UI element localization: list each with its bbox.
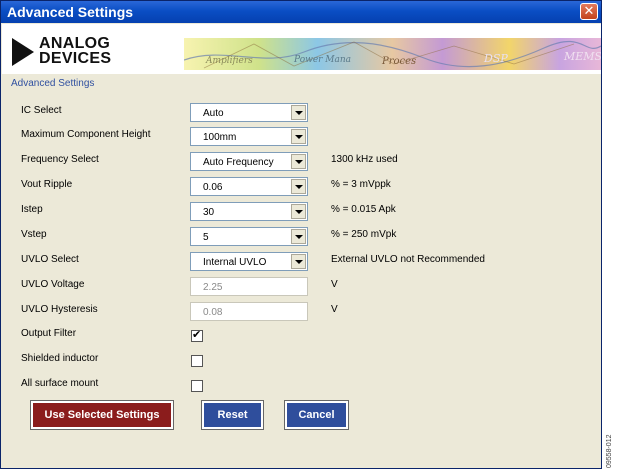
frequency-dropdown[interactable]: Auto Frequency xyxy=(190,152,308,171)
uvlo-select-value: Internal UVLO xyxy=(203,257,267,268)
section-subtitle: Advanced Settings xyxy=(11,78,95,89)
ic-select-dropdown[interactable]: Auto xyxy=(190,103,308,122)
uvlo-hysteresis-field: 0.08 xyxy=(190,302,308,321)
logo-triangle-icon xyxy=(12,38,34,66)
figure-code: 09558-012 xyxy=(606,434,613,468)
uvlo-hysteresis-unit: V xyxy=(331,304,338,315)
use-selected-settings-button[interactable]: Use Selected Settings xyxy=(30,400,174,430)
vstep-value: 5 xyxy=(203,232,209,243)
vstep-label: Vstep xyxy=(21,229,47,240)
max-height-value: 100mm xyxy=(203,132,237,143)
ic-select-label: IC Select xyxy=(21,105,62,116)
uvlo-hysteresis-label: UVLO Hysteresis xyxy=(21,304,98,315)
uvlo-select-note: External UVLO not Recommended xyxy=(331,254,485,265)
uvlo-voltage-value: 2.25 xyxy=(203,282,223,293)
vout-ripple-label: Vout Ripple xyxy=(21,179,73,190)
dropdown-arrow-icon[interactable] xyxy=(291,204,306,219)
uvlo-select-dropdown[interactable]: Internal UVLO xyxy=(190,252,308,271)
istep-value: 30 xyxy=(203,207,215,218)
istep-label: Istep xyxy=(21,204,43,215)
output-filter-label: Output Filter xyxy=(21,328,77,339)
reset-button[interactable]: Reset xyxy=(201,400,264,430)
max-height-label: Maximum Component Height xyxy=(21,129,151,140)
ic-select-value: Auto xyxy=(203,108,224,119)
title-bar[interactable]: Advanced Settings ✕ xyxy=(1,1,601,23)
product-collage-image: Amplifiers Power Mana Proces DSP MEMS xyxy=(184,38,601,70)
collage-word-4: DSP xyxy=(483,52,508,65)
istep-note: % = 0.015 Apk xyxy=(331,204,396,215)
vout-ripple-dropdown[interactable]: 0.06 xyxy=(190,177,308,196)
dropdown-arrow-icon[interactable] xyxy=(291,179,306,194)
dropdown-arrow-icon[interactable] xyxy=(291,229,306,244)
uvlo-voltage-label: UVLO Voltage xyxy=(21,279,85,290)
uvlo-hysteresis-value: 0.08 xyxy=(203,307,223,318)
logo-line1: ANALOG xyxy=(39,35,111,52)
shielded-inductor-checkbox[interactable] xyxy=(191,355,203,367)
frequency-note: 1300 kHz used xyxy=(331,154,398,165)
vstep-dropdown[interactable]: 5 xyxy=(190,227,308,246)
vout-ripple-note: % = 3 mVppk xyxy=(331,179,391,190)
dropdown-arrow-icon[interactable] xyxy=(291,254,306,269)
uvlo-select-label: UVLO Select xyxy=(21,254,79,265)
collage-word-2: Power Mana xyxy=(293,55,351,65)
frequency-label: Frequency Select xyxy=(21,154,99,165)
all-surface-mount-checkbox[interactable] xyxy=(191,380,203,392)
dropdown-arrow-icon[interactable] xyxy=(291,129,306,144)
cancel-button[interactable]: Cancel xyxy=(284,400,349,430)
collage-word-1: Amplifiers xyxy=(205,56,253,66)
vstep-note: % = 250 mVpk xyxy=(331,229,397,240)
istep-dropdown[interactable]: 30 xyxy=(190,202,308,221)
max-height-dropdown[interactable]: 100mm xyxy=(190,127,308,146)
close-button[interactable]: ✕ xyxy=(580,3,598,20)
shielded-inductor-label: Shielded inductor xyxy=(21,353,99,364)
frequency-value: Auto Frequency xyxy=(203,157,274,168)
all-surface-mount-label: All surface mount xyxy=(21,378,99,389)
output-filter-checkbox[interactable] xyxy=(191,328,203,342)
dropdown-arrow-icon[interactable] xyxy=(291,105,306,120)
vout-ripple-value: 0.06 xyxy=(203,182,223,193)
header-banner: ANALOG DEVICES Amplifiers Power Mana Pro… xyxy=(2,24,601,74)
dropdown-arrow-icon[interactable] xyxy=(291,154,306,169)
collage-word-3: Proces xyxy=(381,56,416,67)
uvlo-voltage-field: 2.25 xyxy=(190,277,308,296)
uvlo-voltage-unit: V xyxy=(331,279,338,290)
logo-line2: DEVICES xyxy=(39,50,112,67)
window-title: Advanced Settings xyxy=(7,4,134,20)
advanced-settings-dialog: Advanced Settings ✕ ANALOG DEVICES Ampli… xyxy=(0,0,602,469)
analog-devices-logo: ANALOG DEVICES xyxy=(12,36,162,68)
collage-word-5: MEMS xyxy=(563,50,601,63)
